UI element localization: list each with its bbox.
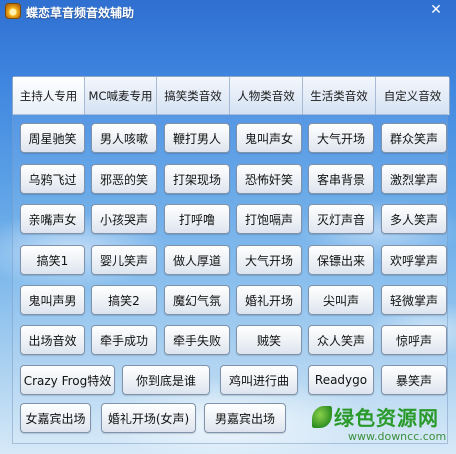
sound-button[interactable]: 牵手失败 [164, 325, 230, 355]
sound-button[interactable]: 客串背景 [308, 164, 374, 194]
tab-bar: 主持人专用 MC喊麦专用 搞笑类音效 人物类音效 生活类音效 自定义音效 [12, 76, 450, 115]
sound-button[interactable]: 欢呼掌声 [381, 245, 447, 275]
app-icon [5, 3, 21, 19]
sound-button[interactable]: 打呼噜 [164, 204, 230, 234]
sound-button[interactable]: 尖叫声 [308, 285, 374, 315]
sound-button[interactable]: 婚礼开场(女声) [101, 403, 196, 433]
sound-button[interactable]: 你到底是谁 [122, 365, 210, 395]
sound-button[interactable]: 众人笑声 [308, 325, 374, 355]
sound-button[interactable]: 男嘉宾出场 [204, 403, 286, 433]
tab-funny[interactable]: 搞笑类音效 [157, 77, 230, 115]
sound-button[interactable]: 轻微掌声 [381, 285, 447, 315]
sound-button[interactable]: 搞笑2 [91, 285, 157, 315]
sound-button[interactable]: 鞭打男人 [164, 123, 230, 153]
sound-button[interactable]: 男人咳嗽 [91, 123, 157, 153]
sound-button[interactable]: Crazy Frog特效 [20, 365, 115, 395]
tab-host[interactable]: 主持人专用 [13, 77, 85, 115]
sound-button[interactable]: 女嘉宾出场 [20, 403, 91, 433]
sound-button[interactable]: 鬼叫声男 [20, 285, 85, 315]
sound-button[interactable]: Readygo [308, 365, 374, 395]
sound-button[interactable]: 鸡叫进行曲 [220, 365, 298, 395]
watermark-url: www.downcc.com [348, 430, 447, 443]
tab-custom[interactable]: 自定义音效 [376, 77, 449, 115]
leaf-logo-icon [312, 406, 332, 428]
sound-button[interactable]: 出场音效 [20, 325, 85, 355]
sound-button[interactable]: 恐怖奸笑 [236, 164, 302, 194]
sound-button[interactable]: 婴儿笑声 [91, 245, 157, 275]
sound-button[interactable]: 邪恶的笑 [91, 164, 157, 194]
sound-button[interactable]: 大气开场 [236, 245, 302, 275]
sound-button[interactable]: 惊呼声 [381, 325, 447, 355]
sound-button[interactable]: 暴笑声 [381, 365, 447, 395]
sound-button[interactable]: 周星驰笑 [20, 123, 85, 153]
sound-button[interactable]: 魔幻气氛 [164, 285, 230, 315]
sound-button[interactable]: 打饱嗝声 [236, 204, 302, 234]
sound-button[interactable]: 小孩哭声 [91, 204, 157, 234]
sound-button[interactable]: 亲嘴声女 [20, 204, 85, 234]
sound-button[interactable]: 贼笑 [236, 325, 302, 355]
watermark-name: 绿色资源网 [334, 406, 439, 430]
sound-button[interactable]: 激烈掌声 [381, 164, 447, 194]
title-bar: 蝶恋草音频音效辅助 ✕ [0, 0, 456, 24]
sound-button[interactable]: 打架现场 [164, 164, 230, 194]
sound-button[interactable]: 做人厚道 [164, 245, 230, 275]
sound-button[interactable]: 灭灯声音 [308, 204, 374, 234]
sound-button[interactable]: 牵手成功 [91, 325, 157, 355]
sound-button[interactable]: 大气开场 [308, 123, 374, 153]
sound-button[interactable]: 乌鸦飞过 [20, 164, 85, 194]
close-button[interactable]: ✕ [420, 1, 452, 19]
window-title: 蝶恋草音频音效辅助 [26, 6, 135, 20]
sound-button[interactable]: 婚礼开场 [236, 285, 302, 315]
sound-button[interactable]: 多人笑声 [381, 204, 447, 234]
watermark: 绿色资源网 www.downcc.com [312, 402, 452, 452]
tab-people[interactable]: 人物类音效 [230, 77, 303, 115]
sound-button[interactable]: 保镖出来 [308, 245, 374, 275]
sound-button[interactable]: 搞笑1 [20, 245, 85, 275]
tab-mc[interactable]: MC喊麦专用 [85, 77, 157, 115]
tab-life[interactable]: 生活类音效 [303, 77, 376, 115]
sound-button[interactable]: 群众笑声 [381, 123, 447, 153]
sound-button[interactable]: 鬼叫声女 [236, 123, 302, 153]
